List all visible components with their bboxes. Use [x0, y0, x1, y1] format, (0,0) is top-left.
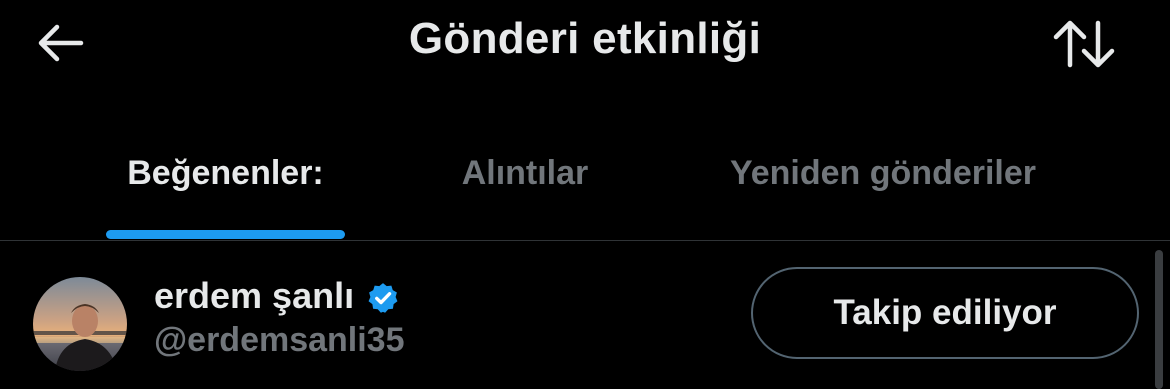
- profile-photo: [33, 277, 127, 371]
- sort-up-down-icon: [1053, 20, 1115, 68]
- user-name-line: erdem şanlı: [154, 275, 400, 317]
- tab-label: Alıntılar: [461, 153, 589, 192]
- tab-quotes[interactable]: Alıntılar: [430, 130, 620, 240]
- page-title: Gönderi etkinliği: [408, 14, 762, 63]
- tab-reposts[interactable]: Yeniden gönderiler: [700, 130, 1066, 240]
- user-handle[interactable]: @erdemsanli35: [154, 321, 405, 360]
- tab-label: Beğenenler:: [127, 153, 324, 192]
- user-name[interactable]: erdem şanlı: [154, 275, 354, 317]
- tab-bar: Beğenenler: Alıntılar Yeniden gönderiler: [0, 130, 1170, 240]
- verified-badge-icon: [368, 283, 398, 313]
- list-item[interactable]: erdem şanlı @erdemsanli35 Takip ediliyor: [0, 241, 1170, 389]
- tab-label: Yeniden gönderiler: [729, 153, 1037, 192]
- following-button[interactable]: Takip ediliyor: [751, 267, 1139, 359]
- tab-likes[interactable]: Beğenenler:: [106, 130, 345, 240]
- avatar[interactable]: [33, 277, 127, 371]
- scrollbar[interactable]: [1155, 250, 1163, 389]
- sort-button[interactable]: [1048, 14, 1120, 74]
- active-tab-indicator: [106, 230, 345, 239]
- top-bar: Gönderi etkinliği: [0, 0, 1170, 90]
